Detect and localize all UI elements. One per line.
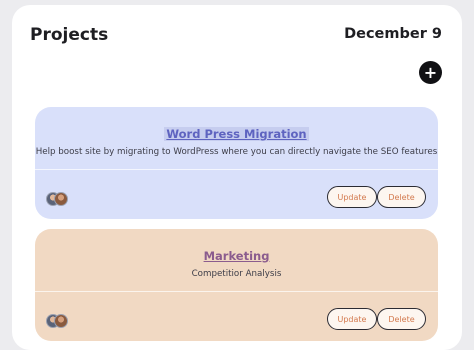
- plus-icon: +: [423, 62, 438, 82]
- project-description: Competitior Analysis: [191, 269, 282, 279]
- member-avatars: [46, 192, 68, 206]
- project-card: Word Press Migration Help boost site by …: [35, 107, 438, 219]
- update-button[interactable]: Update: [327, 308, 377, 330]
- card-divider: [35, 169, 438, 170]
- project-title[interactable]: Word Press Migration: [35, 127, 438, 141]
- project-title[interactable]: Marketing: [35, 249, 438, 263]
- update-button[interactable]: Update: [327, 186, 377, 208]
- card-divider: [35, 291, 438, 292]
- project-card: Marketing Competitior Analysis Update De…: [35, 229, 438, 341]
- delete-button[interactable]: Delete: [377, 186, 426, 208]
- page-title: Projects: [30, 25, 109, 45]
- date-label: December 9: [344, 26, 442, 42]
- member-avatars: [46, 314, 68, 328]
- avatar: [54, 314, 68, 328]
- delete-button[interactable]: Delete: [377, 308, 426, 330]
- avatar: [54, 192, 68, 206]
- project-description: Help boost site by migrating to WordPres…: [35, 147, 438, 157]
- projects-panel: Projects December 9 + Word Press Migrati…: [12, 5, 462, 350]
- add-project-button[interactable]: +: [419, 61, 442, 84]
